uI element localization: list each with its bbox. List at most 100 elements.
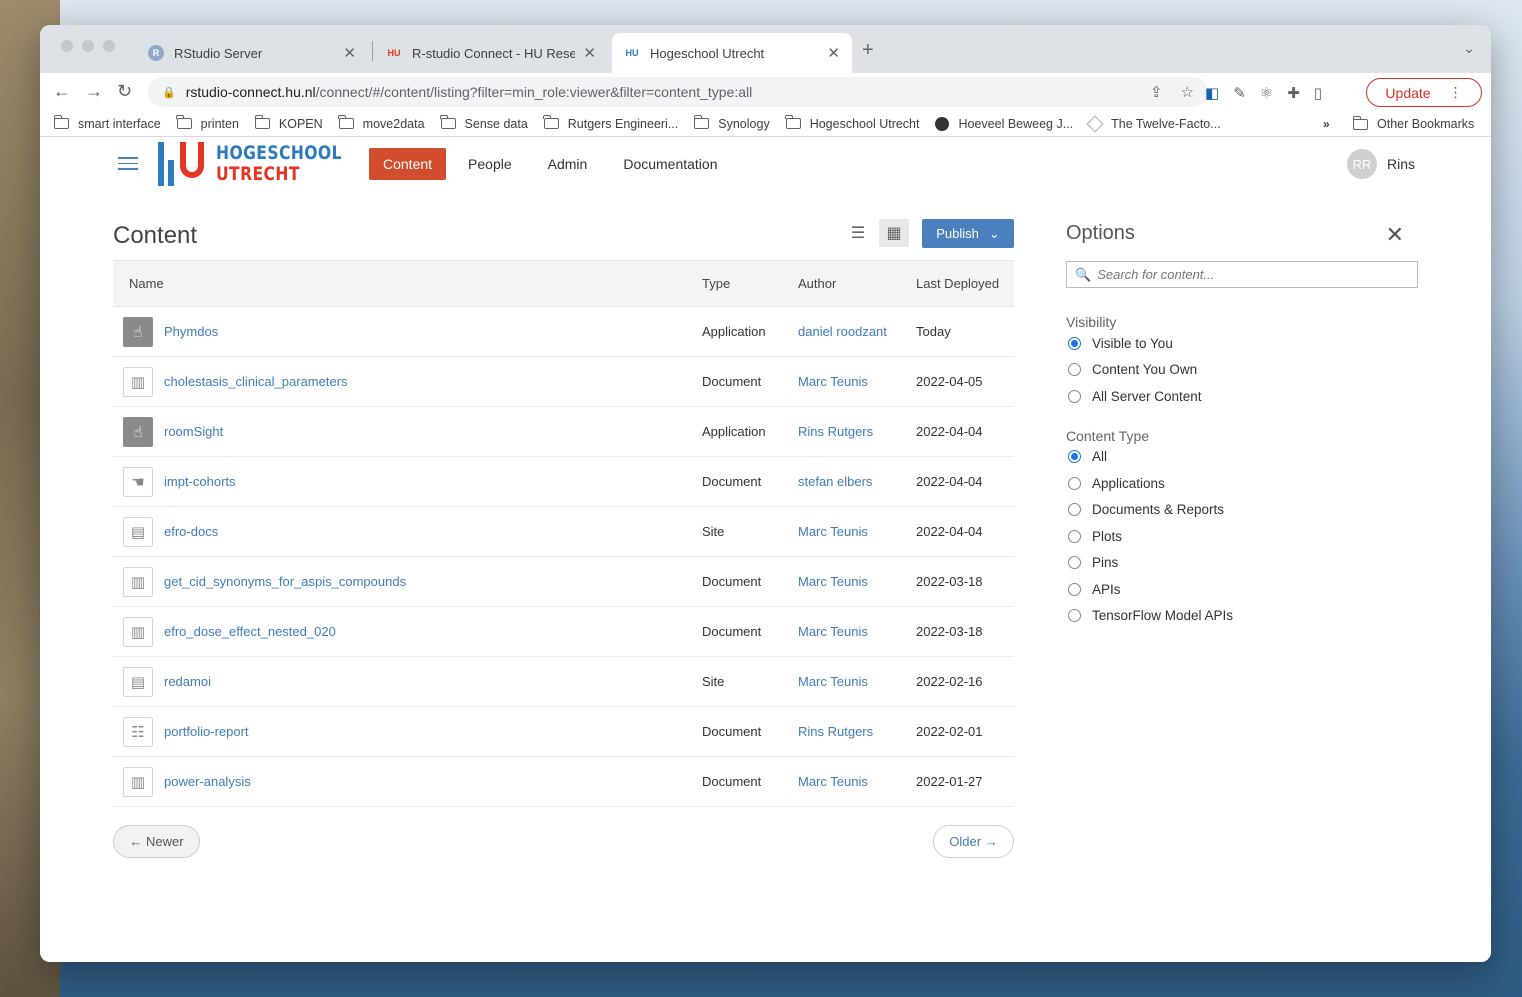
- extensions-puzzle-icon[interactable]: ✚: [1287, 84, 1300, 102]
- content-type-option[interactable]: Documents & Reports: [1066, 497, 1418, 524]
- radio-button[interactable]: [1068, 336, 1081, 350]
- bookmark-item[interactable]: Synology: [693, 115, 770, 131]
- bookmarks-overflow-icon[interactable]: »: [1323, 117, 1330, 131]
- author-link[interactable]: Marc Teunis: [798, 774, 916, 789]
- radio-button[interactable]: [1068, 363, 1081, 377]
- close-window-button[interactable]: [61, 40, 73, 52]
- column-header-type[interactable]: Type: [702, 276, 798, 291]
- menu-hamburger-icon[interactable]: [118, 157, 138, 174]
- search-input[interactable]: [1097, 267, 1398, 282]
- author-link[interactable]: Marc Teunis: [798, 574, 916, 589]
- bookmark-item[interactable]: Rutgers Engineeri...: [543, 115, 678, 131]
- table-row[interactable]: ▥ efro_dose_effect_nested_020 Document Marc…: [113, 607, 1014, 657]
- column-header-name[interactable]: Name: [113, 276, 702, 291]
- bookmark-star-icon[interactable]: ☆: [1181, 83, 1194, 101]
- author-link[interactable]: Marc Teunis: [798, 524, 916, 539]
- author-link[interactable]: Marc Teunis: [798, 674, 916, 689]
- user-menu[interactable]: RR Rins: [1346, 149, 1415, 179]
- extension-tools-icon[interactable]: ✎: [1233, 84, 1246, 102]
- side-panel-icon[interactable]: ▯: [1314, 84, 1322, 102]
- table-row[interactable]: ▤ efro-docs Site Marc Teunis 2022-04-04: [113, 507, 1014, 557]
- radio-button[interactable]: [1068, 529, 1081, 543]
- table-row[interactable]: ▥ power-analysis Document Marc Teunis 2022-0…: [113, 757, 1014, 807]
- bookmark-item[interactable]: smart interface: [53, 115, 161, 131]
- tab-rstudio-server[interactable]: R RStudio Server ✕: [136, 33, 368, 73]
- minimize-window-button[interactable]: [82, 40, 94, 52]
- table-row[interactable]: ▥ get_cid_synonyms_for_aspis_compounds Doc…: [113, 557, 1014, 607]
- content-link[interactable]: efro-docs: [164, 524, 218, 539]
- bookmark-item[interactable]: printen: [176, 115, 239, 131]
- author-link[interactable]: Rins Rutgers: [798, 424, 916, 439]
- content-link[interactable]: get_cid_synonyms_for_aspis_compounds: [164, 574, 406, 589]
- radio-button[interactable]: [1068, 503, 1081, 517]
- radio-button[interactable]: [1068, 582, 1081, 596]
- forward-arrow-icon[interactable]: →: [85, 81, 103, 102]
- grid-view-icon[interactable]: ▦: [879, 219, 909, 247]
- bookmark-item[interactable]: KOPEN: [254, 115, 323, 131]
- content-link[interactable]: redamoi: [164, 674, 211, 689]
- content-link[interactable]: power-analysis: [164, 774, 251, 789]
- content-type-option[interactable]: APIs: [1066, 576, 1418, 603]
- extension-badge-icon[interactable]: ◧: [1205, 84, 1219, 102]
- visibility-option[interactable]: All Server Content: [1066, 383, 1418, 410]
- extension-react-icon[interactable]: ⚛: [1260, 84, 1273, 102]
- table-row[interactable]: ☷ portfolio-report Document Rins Rutgers 202…: [113, 707, 1014, 757]
- bookmark-item[interactable]: Hogeschool Utrecht: [785, 115, 919, 131]
- publish-button[interactable]: Publish ⌄: [922, 219, 1014, 248]
- content-type-option[interactable]: Applications: [1066, 470, 1418, 497]
- radio-button[interactable]: [1068, 556, 1081, 570]
- nav-documentation[interactable]: Documentation: [605, 148, 735, 180]
- zoom-window-button[interactable]: [103, 40, 115, 52]
- search-box[interactable]: 🔍: [1066, 261, 1418, 288]
- reload-icon[interactable]: ↻: [117, 81, 132, 102]
- table-row[interactable]: ☝ roomSight Application Rins Rutgers 2022-04…: [113, 407, 1014, 457]
- radio-button[interactable]: [1068, 450, 1081, 464]
- tab-hogeschool-utrecht[interactable]: HU Hogeschool Utrecht ✕: [612, 33, 852, 73]
- bookmark-item[interactable]: move2data: [338, 115, 425, 131]
- table-row[interactable]: ▥ cholestasis_clinical_parameters Document…: [113, 357, 1014, 407]
- content-type-option[interactable]: Pins: [1066, 550, 1418, 577]
- radio-button[interactable]: [1068, 389, 1081, 403]
- content-type-option[interactable]: TensorFlow Model APIs: [1066, 603, 1418, 630]
- address-bar[interactable]: 🔒 rstudio-connect.hu.nl/connect/#/conten…: [148, 77, 1208, 107]
- other-bookmarks[interactable]: Other Bookmarks: [1352, 111, 1474, 137]
- older-button[interactable]: Older →: [933, 825, 1014, 858]
- close-tab-icon[interactable]: ✕: [583, 44, 596, 62]
- content-link[interactable]: portfolio-report: [164, 724, 249, 739]
- author-link[interactable]: daniel roodzant: [798, 324, 916, 339]
- visibility-option[interactable]: Visible to You: [1066, 330, 1418, 357]
- content-link[interactable]: efro_dose_effect_nested_020: [164, 624, 336, 639]
- share-icon[interactable]: ⇪: [1150, 83, 1163, 101]
- bookmark-item[interactable]: Hoeveel Beweeg J...: [935, 116, 1073, 131]
- author-link[interactable]: stefan elbers: [798, 474, 916, 489]
- newer-button[interactable]: ← Newer: [113, 825, 200, 858]
- nav-people[interactable]: People: [450, 148, 530, 180]
- new-tab-icon[interactable]: +: [862, 39, 874, 62]
- close-tab-icon[interactable]: ✕: [827, 44, 840, 62]
- table-row[interactable]: ☝ Phymdos Application daniel roodzant Today: [113, 307, 1014, 357]
- back-arrow-icon[interactable]: ←: [53, 81, 71, 102]
- visibility-option[interactable]: Content You Own: [1066, 357, 1418, 384]
- bookmark-item[interactable]: Sense data: [440, 115, 528, 131]
- bookmark-item[interactable]: The Twelve-Facto...: [1086, 115, 1221, 132]
- update-button[interactable]: Update ⋮: [1366, 78, 1482, 107]
- table-row[interactable]: ▤ redamoi Site Marc Teunis 2022-02-16: [113, 657, 1014, 707]
- nav-admin[interactable]: Admin: [530, 148, 606, 180]
- author-link[interactable]: Marc Teunis: [798, 374, 916, 389]
- content-link[interactable]: cholestasis_clinical_parameters: [164, 374, 348, 389]
- list-view-icon[interactable]: ☰: [843, 219, 873, 247]
- tab-rstudio-connect[interactable]: HU R-studio Connect - HU Resear ✕: [374, 33, 608, 73]
- tab-search-chevron-icon[interactable]: ⌄: [1463, 40, 1475, 57]
- radio-button[interactable]: [1068, 476, 1081, 490]
- author-link[interactable]: Rins Rutgers: [798, 724, 916, 739]
- close-icon[interactable]: ✕: [1386, 222, 1404, 248]
- content-type-option[interactable]: Plots: [1066, 523, 1418, 550]
- close-tab-icon[interactable]: ✕: [343, 44, 356, 62]
- window-controls[interactable]: [61, 40, 115, 52]
- column-header-last-deployed[interactable]: Last Deployed: [916, 276, 1014, 291]
- content-link[interactable]: impt-cohorts: [164, 474, 236, 489]
- table-row[interactable]: ☚ impt-cohorts Document stefan elbers 2022-0…: [113, 457, 1014, 507]
- hu-logo[interactable]: HOGESCHOOL UTRECHT: [158, 142, 370, 186]
- author-link[interactable]: Marc Teunis: [798, 624, 916, 639]
- radio-button[interactable]: [1068, 609, 1081, 623]
